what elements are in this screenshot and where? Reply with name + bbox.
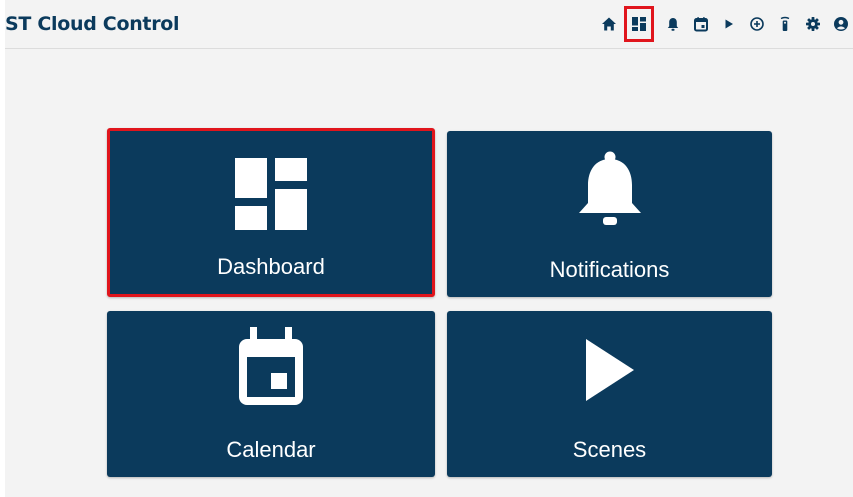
nav-scenes-button[interactable]	[717, 10, 741, 38]
remote-icon	[780, 16, 790, 31]
play-icon	[725, 19, 733, 29]
dashboard-tile-label: Dashboard	[217, 254, 325, 279]
calendar-tile-label: Calendar	[226, 437, 316, 462]
app-title: ST Cloud Control	[5, 13, 180, 35]
nav-add-button[interactable]	[745, 10, 769, 38]
nav-notifications-button[interactable]	[661, 10, 685, 38]
notifications-tile-label: Notifications	[549, 257, 670, 282]
dashboard-icon	[632, 17, 646, 31]
nav-account-button[interactable]	[829, 10, 853, 38]
add-circle-icon	[750, 17, 764, 31]
dashboard-icon	[235, 158, 307, 230]
calendar-icon	[694, 17, 708, 32]
scenes-tile-label: Scenes	[572, 437, 647, 462]
nav-remote-button[interactable]	[773, 10, 797, 38]
top-bar: ST Cloud Control	[5, 0, 853, 49]
bell-icon	[578, 151, 641, 225]
calendar-icon	[239, 327, 303, 405]
nav-dashboard-button[interactable]	[624, 6, 654, 42]
dashboard-tile[interactable]: Dashboard	[107, 128, 435, 297]
nav-calendar-button[interactable]	[689, 10, 713, 38]
play-icon	[585, 339, 634, 401]
scenes-tile[interactable]: Scenes	[447, 311, 772, 477]
app-window: ST Cloud Control Dashboard Notifications…	[5, 0, 853, 497]
calendar-tile[interactable]: Calendar	[107, 311, 435, 477]
nav-settings-button[interactable]	[801, 10, 825, 38]
nav-icons	[593, 6, 853, 42]
nav-home-button[interactable]	[597, 10, 621, 38]
bell-icon	[667, 18, 679, 31]
account-icon	[834, 17, 848, 31]
gear-icon	[806, 17, 820, 31]
notifications-tile[interactable]: Notifications	[447, 131, 772, 297]
home-icon	[602, 17, 616, 31]
